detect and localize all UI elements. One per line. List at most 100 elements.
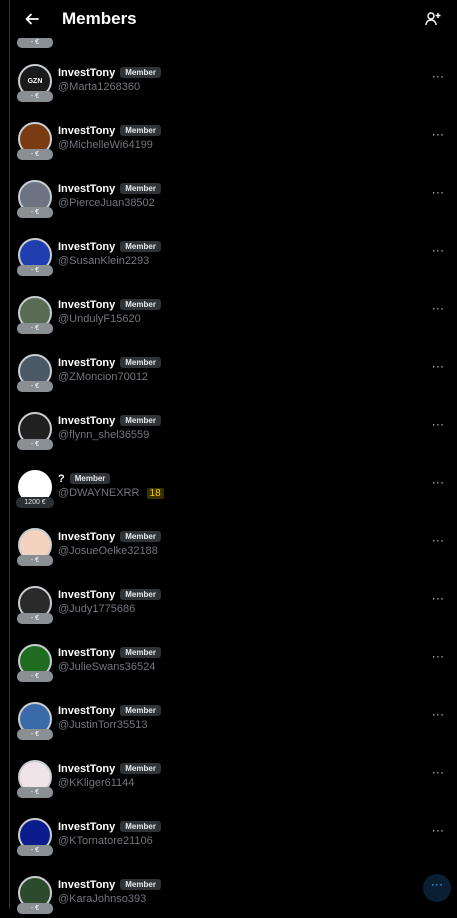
member-name[interactable]: InvestTony Member xyxy=(58,879,161,891)
more-horizontal-icon[interactable]: ⋯ xyxy=(430,708,446,722)
member-handle-text: @JosueOelke32188 xyxy=(58,545,158,557)
avatar-wrap[interactable]: - € xyxy=(17,876,53,914)
member-display-name: InvestTony xyxy=(58,125,116,137)
member-row[interactable]: - € InvestTony Member @PierceJuan38502 ⋯ xyxy=(10,164,457,222)
avatar-wrap[interactable]: 1200 € xyxy=(16,470,54,508)
member-name[interactable]: InvestTony Member xyxy=(58,357,161,369)
more-horizontal-icon[interactable]: ⋯ xyxy=(430,360,446,374)
member-handle: @ZMoncion70012 xyxy=(58,371,148,383)
member-row[interactable]: 1200 € ? Member @DWAYNEXRR 18 ⋯ xyxy=(10,454,457,512)
more-horizontal-icon[interactable]: ⋯ xyxy=(430,128,446,142)
member-display-name: InvestTony xyxy=(58,415,116,427)
member-row[interactable]: - € InvestTony Member @KTornatore21106 ⋯ xyxy=(10,802,457,860)
avatar-wrap[interactable]: - € xyxy=(17,122,53,160)
avatar-wrap[interactable]: GZN - € xyxy=(17,64,53,102)
member-handle-text: @MichelleWi64199 xyxy=(58,139,153,151)
member-handle-text: @PierceJuan38502 xyxy=(58,197,155,209)
member-badge: Member xyxy=(69,473,111,484)
member-name[interactable]: InvestTony Member xyxy=(58,763,161,775)
member-name[interactable]: InvestTony Member xyxy=(58,241,161,253)
member-row[interactable]: - € InvestTony Member @ZMoncion70012 ⋯ xyxy=(10,338,457,396)
balance-pill: - € xyxy=(17,91,53,102)
avatar-wrap[interactable]: - € xyxy=(17,412,53,450)
member-name[interactable]: InvestTony Member xyxy=(58,67,161,79)
back-button[interactable] xyxy=(19,6,45,32)
member-name[interactable]: InvestTony Member xyxy=(58,705,161,717)
member-name[interactable]: ? Member xyxy=(58,473,111,485)
avatar-wrap[interactable]: - € xyxy=(17,644,53,682)
member-handle-text: @flynn_shel36559 xyxy=(58,429,150,441)
balance-pill: - € xyxy=(17,439,53,450)
more-horizontal-icon[interactable]: ⋯ xyxy=(430,650,446,664)
left-rail xyxy=(0,0,10,909)
member-name[interactable]: InvestTony Member xyxy=(58,647,161,659)
avatar-wrap[interactable]: - € xyxy=(17,238,53,276)
member-badge: Member xyxy=(120,589,161,600)
member-handle: @flynn_shel36559 xyxy=(58,429,149,441)
member-handle-text: @Marta1268360 xyxy=(58,81,141,93)
member-display-name: ? xyxy=(58,473,65,485)
avatar-wrap[interactable]: - € xyxy=(17,586,53,624)
member-handle-text: @DWAYNEXRR xyxy=(58,487,140,499)
member-handle: @JulieSwans36524 xyxy=(58,661,155,673)
member-row[interactable]: GZN - € InvestTony Member @Marta1268360 ⋯ xyxy=(10,48,457,106)
balance-pill: - € xyxy=(17,207,53,218)
member-badge: Member xyxy=(120,299,161,310)
member-badge: Member xyxy=(120,125,161,136)
member-row[interactable]: - € InvestTony Member @Judy1775686 ⋯ xyxy=(10,570,457,628)
member-name[interactable]: InvestTony Member xyxy=(58,415,161,427)
member-row[interactable]: - € InvestTony Member @JulieSwans36524 ⋯ xyxy=(10,628,457,686)
avatar-wrap[interactable]: - € xyxy=(17,818,53,856)
member-display-name: InvestTony xyxy=(58,357,116,369)
member-handle: @KTornatore21106 xyxy=(58,835,153,847)
member-row[interactable]: - € InvestTony Member @SusanKlein2293 ⋯ xyxy=(10,222,457,280)
more-horizontal-icon[interactable]: ⋯ xyxy=(430,418,446,432)
member-row[interactable]: - € InvestTony Member @UndulyF15620 ⋯ xyxy=(10,280,457,338)
more-horizontal-icon[interactable]: ⋯ xyxy=(430,476,446,490)
avatar-wrap[interactable]: - € xyxy=(17,528,53,566)
member-handle-text: @Judy1775686 xyxy=(58,603,136,615)
member-handle-text: @ZMoncion70012 xyxy=(58,371,149,383)
avatar-wrap[interactable]: - € xyxy=(17,180,53,218)
member-badge: Member xyxy=(120,67,161,78)
member-row[interactable]: - € InvestTony Member @flynn_shel36559 ⋯ xyxy=(10,396,457,454)
member-name[interactable]: InvestTony Member xyxy=(58,531,161,543)
member-display-name: InvestTony xyxy=(58,879,116,891)
more-horizontal-icon[interactable]: ⋯ xyxy=(430,244,446,258)
avatar-wrap[interactable]: - € xyxy=(17,702,53,740)
more-horizontal-icon[interactable]: ⋯ xyxy=(430,70,446,84)
member-name[interactable]: InvestTony Member xyxy=(58,299,161,311)
member-row[interactable]: - € InvestTony Member @KaraJohnso393 ⋯ xyxy=(10,860,457,918)
avatar-wrap[interactable]: - € xyxy=(17,296,53,334)
member-handle-text: @JulieSwans36524 xyxy=(58,661,156,673)
member-badge: Member xyxy=(120,763,161,774)
member-badge: Member xyxy=(120,647,161,658)
add-member-button[interactable] xyxy=(421,7,445,31)
avatar-wrap[interactable]: - € xyxy=(17,760,53,798)
more-horizontal-icon[interactable]: ⋯ xyxy=(430,824,446,838)
balance-pill: - € xyxy=(17,265,53,276)
more-horizontal-icon[interactable]: ⋯ xyxy=(430,186,446,200)
member-handle-text: @UndulyF15620 xyxy=(58,313,141,325)
member-handle: @Marta1268360 xyxy=(58,81,140,93)
member-handle: @JosueOelke32188 xyxy=(58,545,158,557)
more-horizontal-icon[interactable]: ⋯ xyxy=(430,534,446,548)
member-handle: @MichelleWi64199 xyxy=(58,139,153,151)
more-horizontal-icon[interactable]: ⋯ xyxy=(430,766,446,780)
arrow-left-icon xyxy=(25,13,39,25)
more-horizontal-icon[interactable]: ⋯ xyxy=(423,874,451,902)
member-name[interactable]: InvestTony Member xyxy=(58,589,161,601)
avatar-wrap[interactable]: - € xyxy=(17,354,53,392)
member-handle: @KaraJohnso393 xyxy=(58,893,146,905)
member-name[interactable]: InvestTony Member xyxy=(58,183,161,195)
member-name[interactable]: InvestTony Member xyxy=(58,821,161,833)
member-name[interactable]: InvestTony Member xyxy=(58,125,161,137)
member-row[interactable]: - € InvestTony Member @JustinTorr35513 ⋯ xyxy=(10,686,457,744)
member-badge: Member xyxy=(120,241,161,252)
more-horizontal-icon[interactable]: ⋯ xyxy=(430,592,446,606)
member-badge: Member xyxy=(120,357,161,368)
more-horizontal-icon[interactable]: ⋯ xyxy=(430,302,446,316)
member-row[interactable]: - € InvestTony Member @MichelleWi64199 ⋯ xyxy=(10,106,457,164)
member-row[interactable]: - € InvestTony Member @JosueOelke32188 ⋯ xyxy=(10,512,457,570)
member-row[interactable]: - € InvestTony Member @KKliger61144 ⋯ xyxy=(10,744,457,802)
